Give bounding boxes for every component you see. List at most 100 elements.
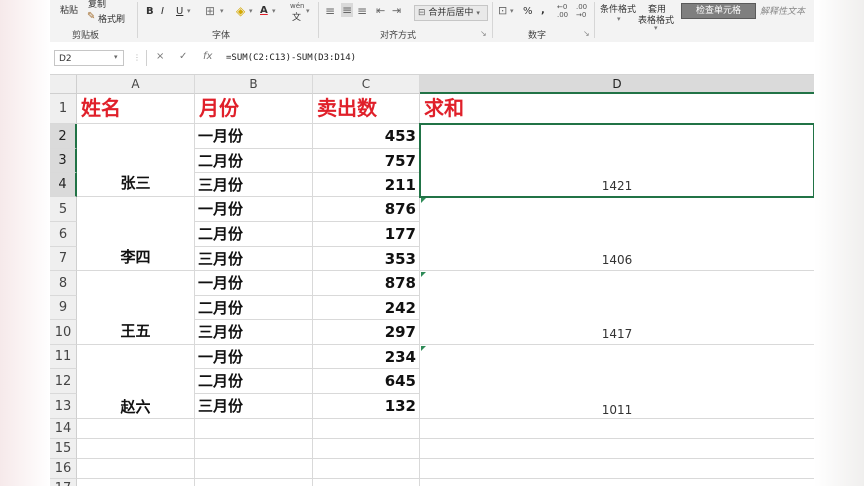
empty-cell[interactable]	[77, 459, 195, 479]
row-header[interactable]: 3	[50, 149, 77, 173]
align-left-icon[interactable]: ≡	[325, 4, 335, 18]
name-cell[interactable]: 王五	[77, 271, 195, 345]
formula-error-indicator-icon[interactable]	[421, 346, 426, 351]
formula-input[interactable]: =SUM(C2:C13)-SUM(D3:D14)	[226, 50, 812, 66]
paste-button[interactable]: 粘贴	[60, 3, 78, 16]
row-header[interactable]: 17	[50, 479, 77, 486]
formula-error-indicator-icon[interactable]	[421, 198, 426, 203]
month-cell[interactable]: 二月份	[195, 222, 313, 247]
name-cell[interactable]: 赵六	[77, 345, 195, 419]
increase-indent-icon[interactable]: ⇥	[392, 4, 401, 17]
border-icon[interactable]: ⊞	[205, 4, 215, 18]
empty-cell[interactable]	[77, 419, 195, 439]
increase-decimal-icon[interactable]: ←0.00	[557, 3, 568, 19]
row-header[interactable]: 15	[50, 439, 77, 459]
explanatory-text-style[interactable]: 解释性文本	[760, 4, 805, 17]
row-header[interactable]: 9	[50, 296, 77, 320]
formula-error-indicator-icon[interactable]	[421, 272, 426, 277]
empty-cell[interactable]	[195, 459, 313, 479]
empty-cell[interactable]	[195, 479, 313, 486]
month-cell[interactable]: 三月份	[195, 394, 313, 419]
column-header-b[interactable]: B	[195, 75, 313, 94]
row-header[interactable]: 16	[50, 459, 77, 479]
row-header[interactable]: 8	[50, 271, 77, 296]
percent-button[interactable]: %	[523, 6, 533, 17]
bold-button[interactable]: B	[146, 6, 154, 17]
merge-center-button[interactable]: ⊟ 合并后居中 ▾	[414, 5, 488, 21]
sales-cell[interactable]: 132	[313, 394, 420, 419]
underline-button[interactable]: U	[176, 6, 183, 17]
empty-cell[interactable]	[313, 439, 420, 459]
month-cell[interactable]: 三月份	[195, 320, 313, 345]
cancel-icon[interactable]: ×	[156, 51, 164, 62]
fill-color-icon[interactable]: ◈	[236, 4, 245, 18]
currency-icon[interactable]: ⊡	[498, 4, 507, 17]
decrease-indent-icon[interactable]: ⇤	[376, 4, 385, 17]
empty-cell[interactable]	[420, 419, 814, 439]
underline-dropdown-icon[interactable]: ▾	[187, 7, 191, 15]
sales-cell[interactable]: 242	[313, 296, 420, 320]
empty-cell[interactable]	[77, 439, 195, 459]
format-painter-button[interactable]: 格式刷	[98, 12, 125, 25]
empty-cell[interactable]	[77, 479, 195, 486]
phonetic-button[interactable]: 文	[292, 10, 301, 23]
sales-cell[interactable]: 878	[313, 271, 420, 296]
empty-cell[interactable]	[195, 419, 313, 439]
sum-cell[interactable]: 1406	[420, 197, 814, 271]
table-format-dropdown-icon[interactable]: ▾	[654, 24, 658, 32]
month-cell[interactable]: 二月份	[195, 296, 313, 320]
row-header[interactable]: 14	[50, 419, 77, 439]
month-cell[interactable]: 二月份	[195, 149, 313, 173]
align-center-icon[interactable]: ≡	[341, 3, 354, 17]
month-cell[interactable]: 三月份	[195, 247, 313, 271]
font-color-button[interactable]: A	[260, 5, 268, 16]
sales-cell[interactable]: 211	[313, 173, 420, 197]
italic-button[interactable]: I	[161, 6, 164, 17]
month-cell[interactable]: 二月份	[195, 369, 313, 394]
sum-cell[interactable]: 1011	[420, 345, 814, 419]
month-cell[interactable]: 一月份	[195, 124, 313, 149]
sum-cell[interactable]: 1417	[420, 271, 814, 345]
row-header[interactable]: 4	[50, 173, 77, 197]
sales-cell[interactable]: 234	[313, 345, 420, 369]
empty-cell[interactable]	[420, 439, 814, 459]
empty-cell[interactable]	[420, 479, 814, 486]
check-cell-style[interactable]: 检查单元格	[681, 3, 756, 19]
column-header-a[interactable]: A	[77, 75, 195, 94]
name-cell[interactable]: 张三	[77, 124, 195, 197]
font-color-dropdown-icon[interactable]: ▾	[272, 7, 276, 15]
sales-cell[interactable]: 453	[313, 124, 420, 149]
empty-cell[interactable]	[195, 439, 313, 459]
row-header[interactable]: 1	[50, 94, 77, 124]
phonetic-pinyin[interactable]: wén	[290, 2, 304, 10]
sum-cell[interactable]: 1421	[420, 124, 814, 197]
border-dropdown-icon[interactable]: ▾	[220, 7, 224, 15]
column-header-c[interactable]: C	[313, 75, 420, 94]
sales-cell[interactable]: 645	[313, 369, 420, 394]
column-header-d[interactable]: D	[420, 75, 814, 94]
header-cell-month[interactable]: 月份	[195, 94, 313, 124]
decrease-decimal-icon[interactable]: .00 →0	[576, 3, 587, 19]
sales-cell[interactable]: 353	[313, 247, 420, 271]
select-all-corner[interactable]	[50, 75, 77, 94]
sales-cell[interactable]: 177	[313, 222, 420, 247]
month-cell[interactable]: 三月份	[195, 173, 313, 197]
empty-cell[interactable]	[420, 459, 814, 479]
empty-cell[interactable]	[313, 479, 420, 486]
enter-icon[interactable]: ✓	[179, 51, 187, 62]
empty-cell[interactable]	[313, 459, 420, 479]
currency-dropdown-icon[interactable]: ▾	[510, 7, 514, 15]
row-header[interactable]: 13	[50, 394, 77, 419]
row-header[interactable]: 12	[50, 369, 77, 394]
row-header[interactable]: 2	[50, 124, 77, 149]
copy-button[interactable]: 复制	[88, 0, 106, 10]
sales-cell[interactable]: 297	[313, 320, 420, 345]
month-cell[interactable]: 一月份	[195, 271, 313, 296]
month-cell[interactable]: 一月份	[195, 197, 313, 222]
conditional-format-dropdown-icon[interactable]: ▾	[617, 15, 621, 23]
header-cell-sum[interactable]: 求和	[420, 94, 814, 124]
row-header[interactable]: 11	[50, 345, 77, 369]
insert-function-icon[interactable]: fx	[203, 51, 212, 62]
month-cell[interactable]: 一月份	[195, 345, 313, 369]
comma-style-button[interactable]: ,	[541, 5, 545, 16]
